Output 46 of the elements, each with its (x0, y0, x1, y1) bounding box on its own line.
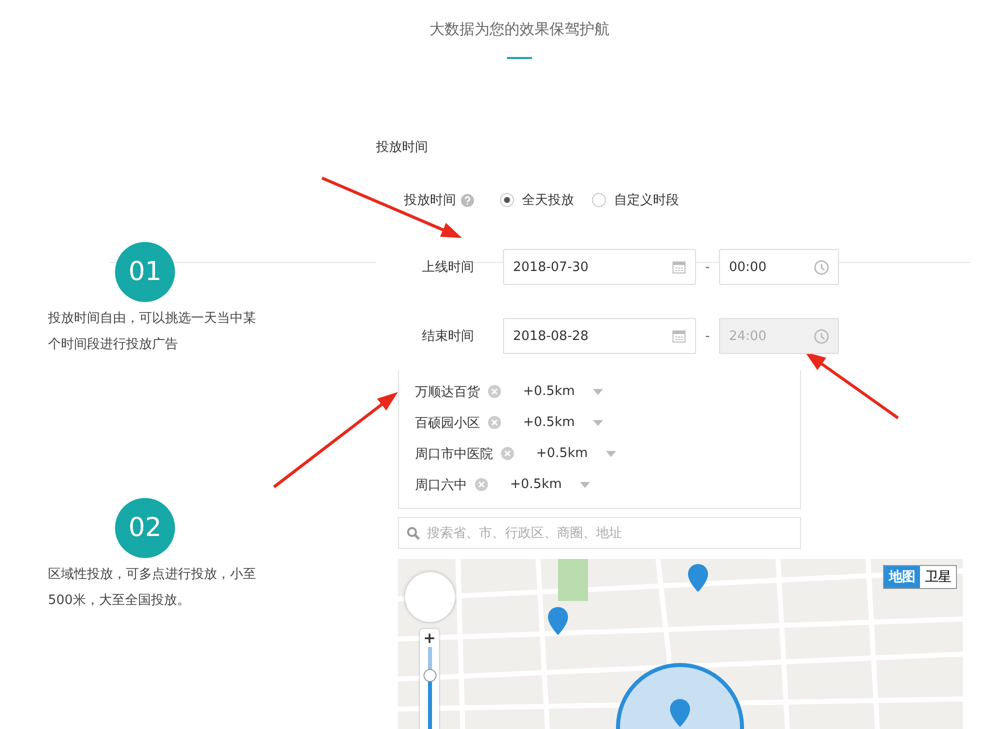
section-title: 投放时间 (376, 139, 429, 157)
clear-icon[interactable] (501, 447, 514, 460)
feature-description: 投放时间自由，可以挑选一天当中某个时间段进行投放广告 (48, 310, 257, 354)
caret-icon[interactable] (592, 388, 603, 394)
caret-icon[interactable] (606, 450, 616, 456)
radius-value[interactable]: +0.5km (510, 477, 562, 492)
calendar-icon (672, 260, 686, 274)
range-separator: - (704, 328, 711, 344)
caret-icon[interactable] (580, 482, 590, 488)
radius-value[interactable]: +0.5km (523, 384, 575, 399)
field-label: 投放时间 (403, 192, 456, 209)
radius-value[interactable]: +0.5km (536, 446, 588, 461)
search-field[interactable]: 搜索省、市、行政区、商圈、地址 (398, 517, 801, 549)
radius-value[interactable]: +0.5km (523, 415, 575, 430)
caret-icon[interactable] (592, 420, 603, 426)
clock-icon (814, 328, 829, 344)
map-type-tab[interactable]: 地图 (884, 566, 920, 588)
clear-icon[interactable] (488, 385, 501, 398)
step-number: 01 (115, 242, 175, 302)
map-type-tab[interactable]: 卫星 (920, 566, 956, 588)
location-name: 百硕园小区 (415, 414, 480, 432)
location-name: 周口六中 (415, 476, 467, 494)
clock-icon (814, 260, 829, 274)
time-field[interactable]: 00:00 (719, 249, 839, 285)
help-icon[interactable] (461, 194, 474, 206)
accent-line (507, 57, 532, 59)
subtitle: 大数据为您的效果保驾护航 (430, 20, 610, 39)
location-name: 万顺达百货 (415, 384, 480, 400)
feature-description: 区域性投放，可多点进行投放，小至500米，大至全国投放。 (48, 566, 257, 610)
map-view[interactable]: 地图 卫星 + (398, 559, 963, 729)
zoom-slider-thumb[interactable] (423, 669, 436, 682)
clear-icon[interactable] (488, 416, 501, 429)
location-name: 周口市中医院 (415, 446, 493, 462)
pan-control[interactable] (405, 572, 455, 622)
time-field: 24:00 (719, 318, 839, 354)
date-field[interactable]: 2018-07-30 (503, 249, 696, 285)
radio-option[interactable]: 全天投放 (500, 191, 574, 209)
radio-option[interactable]: 自定义时段 (592, 191, 679, 209)
date-field[interactable]: 2018-08-28 (503, 318, 696, 354)
range-separator: - (704, 260, 711, 274)
calendar-icon (672, 329, 686, 343)
clear-icon[interactable] (475, 478, 488, 491)
field-label: 上线时间 (376, 258, 474, 276)
search-icon (407, 527, 420, 540)
zoom-in-button[interactable]: + (423, 629, 436, 647)
step-number: 02 (115, 498, 175, 558)
